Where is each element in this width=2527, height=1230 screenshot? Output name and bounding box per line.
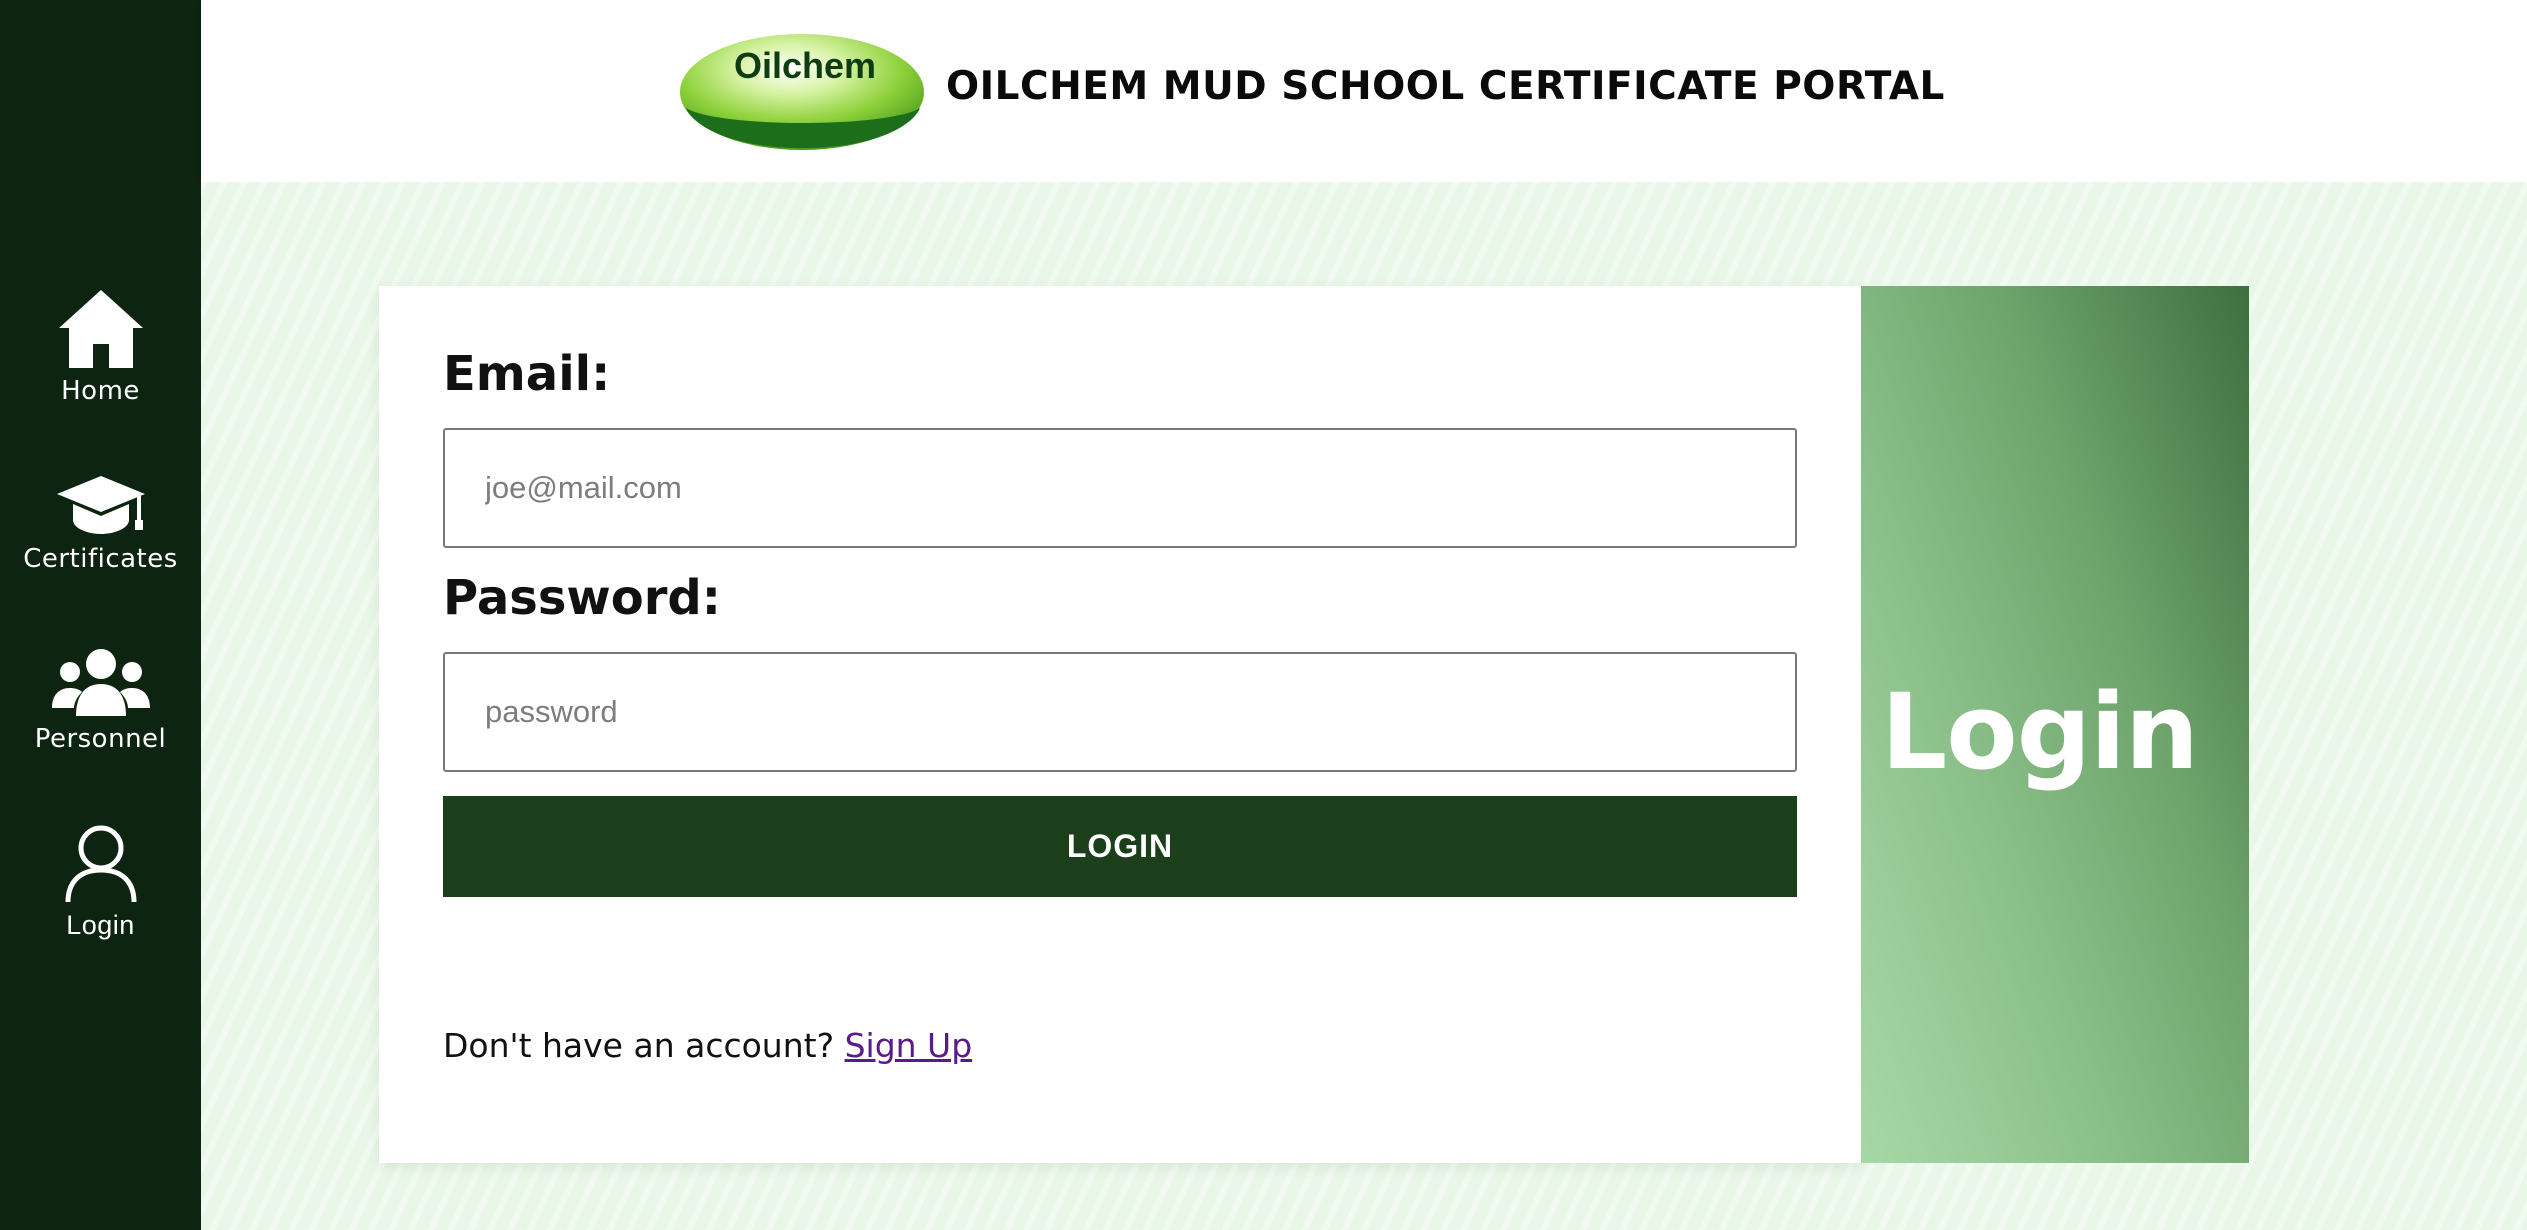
sidebar-item-certificates[interactable]: Certificates: [0, 474, 201, 574]
login-banner: Login: [1861, 286, 2249, 1163]
sidebar-item-personnel[interactable]: Personnel: [0, 648, 201, 754]
email-label: Email:: [443, 346, 611, 402]
password-field[interactable]: [443, 652, 1797, 772]
sidebar-item-label: Certificates: [23, 544, 178, 574]
users-icon: [51, 649, 150, 716]
user-outline-icon: [65, 825, 136, 903]
signup-line: Don't have an account? Sign Up: [443, 1026, 972, 1065]
banner-title: Login: [1881, 671, 2199, 793]
page-title: OILCHEM MUD SCHOOL CERTIFICATE PORTAL: [946, 64, 1945, 109]
login-card: Email: Password: LOGIN Don't have an acc…: [379, 286, 1862, 1163]
home-icon: [58, 290, 143, 368]
graduation-cap-icon: [56, 476, 145, 534]
sidebar-item-label: Login: [66, 910, 135, 940]
sidebar-item-label: Home: [61, 376, 140, 406]
login-button[interactable]: LOGIN: [443, 796, 1797, 897]
sidebar: Home Certificates Personnel Login: [0, 0, 201, 1230]
email-field[interactable]: [443, 428, 1797, 548]
oilchem-logo[interactable]: Oilchem: [678, 32, 928, 156]
password-label: Password:: [443, 570, 721, 626]
sidebar-item-login[interactable]: Login: [0, 824, 201, 941]
sidebar-item-home[interactable]: Home: [0, 288, 201, 406]
signup-link[interactable]: Sign Up: [845, 1026, 973, 1065]
header: Oilchem OILCHEM MUD SCHOOL CERTIFICATE P…: [201, 0, 2527, 182]
signup-prompt: Don't have an account?: [443, 1026, 835, 1065]
sidebar-item-label: Personnel: [34, 724, 167, 754]
logo-text: Oilchem: [734, 45, 876, 86]
